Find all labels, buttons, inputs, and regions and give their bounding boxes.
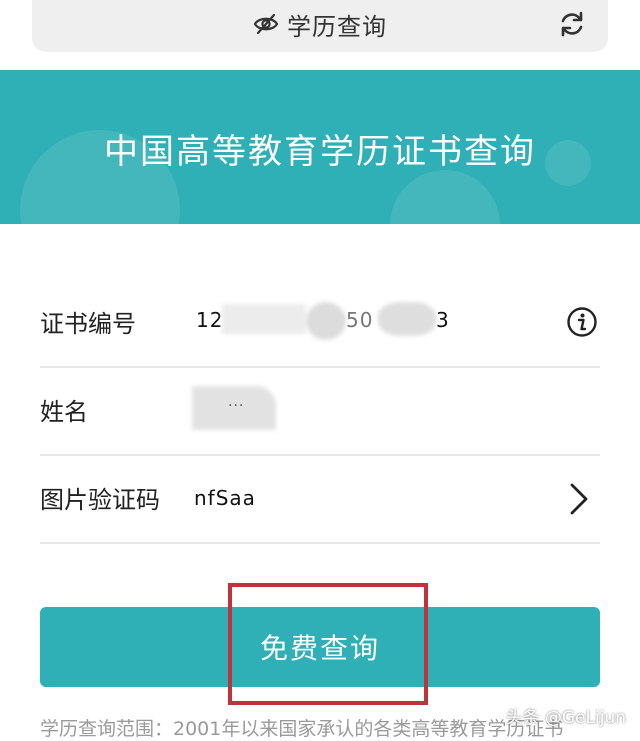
name-mask: ...: [228, 394, 245, 410]
browser-top-bar: 学历查询: [0, 0, 640, 70]
address-bar[interactable]: 学历查询: [32, 0, 608, 52]
watermark: 头条 @GeLijun: [505, 708, 626, 728]
query-form: 证书编号 12 50 3 姓名 ... 图片验证码 nfSaa: [40, 280, 600, 544]
certificate-number-visible-end: 3: [436, 308, 450, 332]
certificate-number-label: 证书编号: [40, 310, 136, 338]
free-query-button[interactable]: 免费查询: [40, 607, 600, 687]
header-banner: 中国高等教育学历证书查询: [0, 70, 640, 224]
page-title-wrap: 学历查询: [32, 6, 608, 42]
certificate-number-redaction: [378, 302, 436, 336]
captcha-row[interactable]: 图片验证码 nfSaa: [40, 456, 600, 544]
name-row[interactable]: 姓名 ...: [40, 368, 600, 456]
banner-title: 中国高等教育学历证书查询: [104, 132, 536, 172]
name-label: 姓名: [40, 398, 88, 426]
captcha-label: 图片验证码: [40, 486, 160, 514]
certificate-number-redaction: [222, 304, 306, 334]
certificate-number-visible-mid: 50: [346, 308, 374, 332]
browser-title: 学历查询: [287, 12, 387, 41]
certificate-number-row[interactable]: 证书编号 12 50 3: [40, 280, 600, 368]
certificate-number-redaction: [306, 302, 346, 340]
info-icon[interactable]: [566, 306, 598, 338]
eye-slash-icon: [253, 13, 279, 35]
captcha-value: nfSaa: [194, 486, 256, 510]
banner-decor-bubble: [390, 170, 500, 224]
refresh-icon[interactable]: [558, 10, 586, 38]
certificate-number-visible-start: 12: [196, 308, 224, 332]
chevron-right-icon[interactable]: [568, 482, 590, 516]
